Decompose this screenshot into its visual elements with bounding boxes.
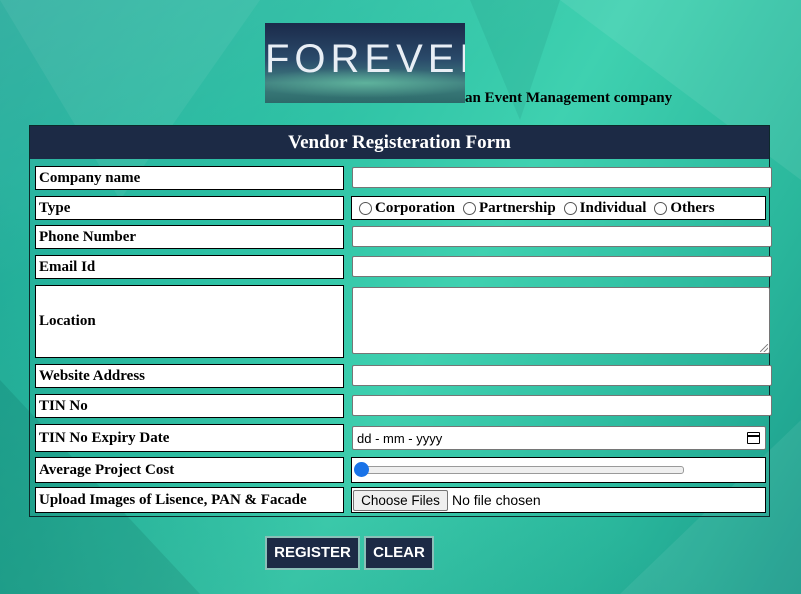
radio-label-partnership: Partnership (479, 199, 556, 216)
radio-label-corporation: Corporation (375, 199, 455, 216)
date-placeholder: dd - mm - yyyy (357, 430, 443, 446)
label-type: Type (35, 196, 344, 220)
tin-expiry-date-input[interactable]: dd - mm - yyyy (352, 426, 766, 450)
logo-text: FOREVER (265, 37, 465, 81)
type-radio-group: Corporation Partnership Individual Other… (352, 197, 765, 219)
radio-individual[interactable] (563, 201, 577, 215)
radio-others[interactable] (654, 201, 668, 215)
label-location: Location (35, 285, 344, 358)
clear-button[interactable]: CLEAR (364, 536, 434, 570)
website-input[interactable] (352, 365, 772, 386)
register-button[interactable]: REGISTER (265, 536, 360, 570)
tin-input[interactable] (352, 395, 772, 416)
label-average-project-cost: Average Project Cost (35, 457, 344, 483)
logo: FOREVER (265, 23, 465, 103)
resize-grip-icon[interactable] (760, 344, 768, 352)
label-company-name: Company name (35, 166, 344, 190)
radio-label-others: Others (670, 199, 715, 216)
label-upload-images: Upload Images of Lisence, PAN & Facade (35, 487, 344, 513)
label-email-id: Email Id (35, 255, 344, 279)
label-tin-expiry-date: TIN No Expiry Date (35, 424, 344, 452)
type-field: Corporation Partnership Individual Other… (351, 196, 766, 220)
choose-files-button[interactable]: Choose Files (353, 490, 448, 511)
email-input[interactable] (352, 256, 772, 277)
calendar-icon[interactable] (747, 432, 760, 444)
radio-partnership[interactable] (463, 201, 476, 215)
phone-number-input[interactable] (352, 226, 772, 247)
radio-label-individual: Individual (579, 199, 647, 216)
location-textarea[interactable] (352, 287, 770, 354)
form-title: Vendor Registeration Form (30, 126, 769, 159)
radio-corporation[interactable] (359, 201, 372, 215)
label-website-address: Website Address (35, 364, 344, 388)
label-phone-number: Phone Number (35, 225, 344, 249)
file-status: No file chosen (452, 492, 541, 508)
company-name-input[interactable] (352, 167, 772, 188)
avg-cost-slider-thumb[interactable] (354, 462, 369, 477)
tagline: an Event Management company (465, 90, 673, 106)
avg-cost-slider-track[interactable] (359, 466, 684, 474)
label-tin-no: TIN No (35, 394, 344, 418)
vendor-form: Vendor Registeration Form Company name T… (29, 125, 772, 517)
